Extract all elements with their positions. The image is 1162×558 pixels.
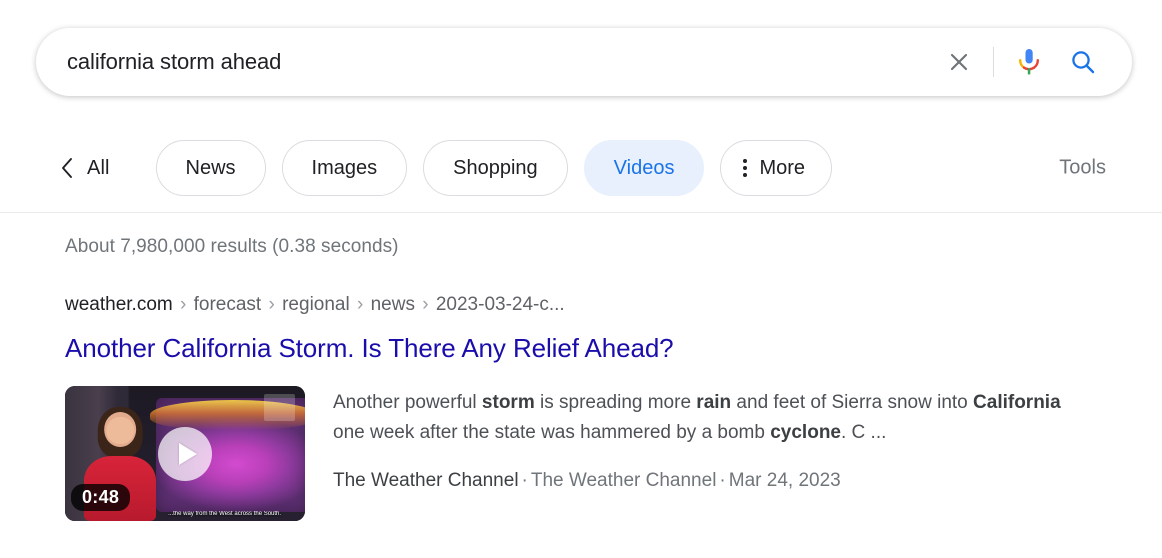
breadcrumb-path-3: 2023-03-24-c... [435,294,565,315]
tab-all[interactable]: All [60,157,110,180]
result-meta: The Weather Channel · The Weather Channel ·… [333,470,1125,492]
channel-watermark [264,394,296,422]
result-stats: About 7,980,000 results (0.38 seconds) [65,236,399,257]
magnifier-icon[interactable] [1060,40,1106,84]
tab-shopping-label: Shopping [453,156,538,179]
microphone-icon[interactable] [1008,40,1050,84]
snippet-text-3: and feet of Sierra snow into [731,392,968,413]
tab-images[interactable]: Images [281,140,408,196]
breadcrumb-path-2: news [370,294,415,315]
search-filter-tabs: All News Images Shopping Videos More Too… [0,124,1162,212]
breadcrumb-separator: › [180,294,187,315]
close-icon[interactable] [937,40,981,84]
result-snippet: Another powerful storm is spreading more… [333,388,1093,448]
snippet-text-2: is spreading more [534,392,697,413]
breadcrumb-site: weather.com [65,294,173,315]
play-icon[interactable] [158,426,212,481]
tools-label: Tools [1059,156,1106,179]
breadcrumb-separator: › [422,294,429,315]
meta-source: The Weather Channel [530,470,717,491]
tools-button[interactable]: Tools [1059,157,1106,180]
breadcrumb-path-0: forecast [193,294,262,315]
tab-more-label: More [759,156,806,179]
snippet-bold-california: California [973,392,1061,413]
tab-videos[interactable]: Videos [583,140,705,196]
result-body: ...the way from the West across the Sout… [65,386,1125,521]
video-thumbnail[interactable]: ...the way from the West across the Sout… [65,386,305,521]
search-results-page: All News Images Shopping Videos More Too… [0,0,1162,558]
snippet-bold-rain: rain [696,392,732,413]
header-divider [0,212,1162,213]
result-text-block: Another powerful storm is spreading more… [333,386,1125,521]
more-vert-icon [743,159,748,177]
breadcrumb-separator: › [357,294,364,315]
tab-images-label: Images [311,156,378,179]
snippet-text-5: . C ... [841,422,887,443]
snippet-text-1: Another powerful [333,392,482,413]
search-bar-icons [937,40,1132,84]
search-bar[interactable] [36,28,1132,96]
snippet-text-4: one week after the state was hammered by… [333,422,771,443]
tab-news-label: News [185,156,236,179]
breadcrumb-separator: › [268,294,275,315]
breadcrumb-path-1: regional [282,294,350,315]
divider [993,47,994,77]
snippet-bold-cyclone: cyclone [770,422,841,443]
video-caption: ...the way from the West across the Sout… [168,510,282,517]
chevron-left-icon [62,158,72,178]
tab-news[interactable]: News [155,140,266,196]
tab-videos-label: Videos [613,156,675,179]
snippet-bold-storm: storm [481,392,535,413]
breadcrumb[interactable]: weather.com › forecast › regional › news… [65,292,1125,318]
meta-date: Mar 24, 2023 [728,470,841,491]
tab-all-label: All [87,156,110,179]
search-input[interactable] [36,42,937,82]
meta-separator: · [719,470,726,491]
video-duration-badge: 0:48 [71,484,131,511]
meta-channel: The Weather Channel [333,470,519,491]
tab-shopping[interactable]: Shopping [423,140,568,196]
search-result-item: weather.com › forecast › regional › news… [65,292,1125,521]
tab-pill-group: News Images Shopping Videos More [155,140,833,196]
meta-separator: · [521,470,528,491]
tab-more[interactable]: More [720,140,833,196]
result-title-link[interactable]: Another California Storm. Is There Any R… [65,332,1125,364]
